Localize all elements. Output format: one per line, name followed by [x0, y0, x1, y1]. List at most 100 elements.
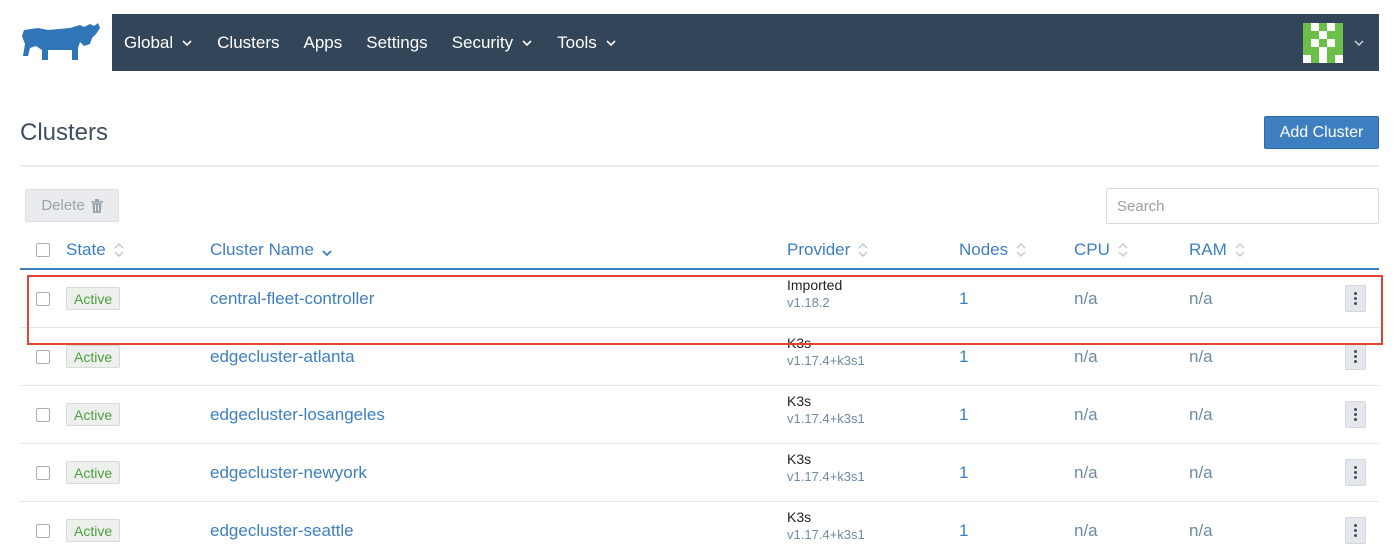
nodes-link[interactable]: 1: [959, 347, 968, 367]
table-row: Active edgecluster-newyork K3s v1.17.4+k3s1…: [20, 444, 1379, 502]
select-all-checkbox[interactable]: [36, 243, 50, 257]
dot: [1354, 292, 1357, 295]
cluster-name-link[interactable]: central-fleet-controller: [210, 289, 374, 309]
delete-label: Delete: [41, 197, 85, 214]
provider-name: K3s: [787, 393, 812, 409]
nodes-link[interactable]: 1: [959, 405, 968, 425]
dot: [1354, 355, 1357, 358]
cluster-name-link[interactable]: edgecluster-losangeles: [210, 405, 385, 425]
cpu-value: n/a: [1074, 347, 1098, 366]
column-header-state[interactable]: State: [66, 240, 124, 260]
cpu-value: n/a: [1074, 289, 1098, 308]
column-header-provider[interactable]: Provider: [787, 240, 868, 260]
status-badge: Active: [66, 345, 121, 368]
status-badge: Active: [66, 519, 121, 542]
column-header-ram[interactable]: RAM: [1189, 240, 1245, 260]
sort-down-icon: [322, 250, 332, 257]
ram-value: n/a: [1189, 405, 1213, 424]
row-checkbox[interactable]: [36, 292, 50, 306]
nav-item-label: Security: [451, 32, 514, 52]
column-header-cpu[interactable]: CPU: [1074, 240, 1128, 260]
dot: [1354, 302, 1357, 305]
chevron-down-icon: [606, 39, 616, 46]
column-header-label: CPU: [1074, 240, 1110, 259]
chevron-down-icon: [1354, 39, 1364, 46]
nav-item-label: Global: [124, 32, 174, 52]
provider-name: Imported: [787, 277, 843, 293]
dot: [1354, 418, 1357, 421]
nav-item-apps[interactable]: Apps: [292, 14, 355, 71]
add-cluster-button[interactable]: Add Cluster: [1264, 116, 1379, 149]
divider: [20, 165, 1379, 167]
user-avatar-icon[interactable]: [1303, 22, 1343, 63]
row-actions-button[interactable]: [1345, 285, 1366, 312]
column-header-label: Provider: [787, 240, 851, 259]
provider-version: v1.18.2: [787, 295, 830, 310]
cpu-value: n/a: [1074, 521, 1098, 540]
column-header-label: RAM: [1189, 240, 1227, 259]
nav-item-label: Tools: [557, 32, 597, 52]
rancher-logo-icon[interactable]: [18, 22, 100, 66]
user-menu[interactable]: [1303, 22, 1379, 63]
sort-icon: [858, 243, 868, 257]
nav-item-tools[interactable]: Tools: [545, 14, 629, 71]
ram-value: n/a: [1189, 463, 1213, 482]
cpu-value: n/a: [1074, 405, 1098, 424]
dot: [1354, 534, 1357, 537]
row-checkbox[interactable]: [36, 524, 50, 538]
status-badge: Active: [66, 403, 121, 426]
row-checkbox[interactable]: [36, 408, 50, 422]
chevron-down-icon: [522, 39, 532, 46]
cluster-name-link[interactable]: edgecluster-seattle: [210, 521, 354, 541]
dot: [1354, 471, 1357, 474]
row-checkbox[interactable]: [36, 466, 50, 480]
provider-name: K3s: [787, 335, 812, 351]
row-checkbox[interactable]: [36, 350, 50, 364]
delete-button[interactable]: Delete: [25, 189, 119, 222]
column-header-label: Cluster Name: [210, 240, 314, 259]
dot: [1354, 476, 1357, 479]
table-row: Active edgecluster-losangeles K3s v1.17.4+k…: [20, 386, 1379, 444]
provider-version: v1.17.4+k3s1: [787, 353, 865, 368]
row-actions-button[interactable]: [1345, 343, 1366, 370]
chevron-down-icon: [182, 39, 192, 46]
sort-icon: [114, 243, 124, 257]
column-header-label: State: [66, 240, 106, 259]
column-header-nodes[interactable]: Nodes: [959, 240, 1026, 260]
nodes-link[interactable]: 1: [959, 521, 968, 541]
trash-icon: [90, 198, 103, 213]
nodes-link[interactable]: 1: [959, 289, 968, 309]
cluster-name-link[interactable]: edgecluster-atlanta: [210, 347, 355, 367]
nav-item-clusters[interactable]: Clusters: [205, 14, 291, 71]
provider-name: K3s: [787, 451, 812, 467]
column-header-cluster-name[interactable]: Cluster Name: [210, 240, 332, 260]
cluster-name-link[interactable]: edgecluster-newyork: [210, 463, 367, 483]
dot: [1354, 466, 1357, 469]
sort-icon: [1118, 243, 1128, 257]
ram-value: n/a: [1189, 347, 1213, 366]
sort-icon: [1016, 243, 1026, 257]
nav-item-global[interactable]: Global: [112, 14, 205, 71]
row-actions-button[interactable]: [1345, 459, 1366, 486]
top-nav-bar: Global Clusters Apps Settings Security Tools: [112, 14, 1379, 71]
table-row: Active edgecluster-seattle K3s v1.17.4+k3s1…: [20, 502, 1379, 558]
nodes-link[interactable]: 1: [959, 463, 968, 483]
table-row: Active central-fleet-controller Imported v1…: [20, 270, 1379, 328]
nav-item-label: Apps: [303, 32, 343, 52]
sort-icon: [1235, 243, 1245, 257]
nav-item-settings[interactable]: Settings: [354, 14, 439, 71]
status-badge: Active: [66, 287, 121, 310]
nav-item-security[interactable]: Security: [440, 14, 545, 71]
provider-version: v1.17.4+k3s1: [787, 411, 865, 426]
nav-item-label: Clusters: [217, 32, 280, 52]
search-input[interactable]: [1106, 188, 1379, 224]
status-badge: Active: [66, 461, 121, 484]
provider-version: v1.17.4+k3s1: [787, 527, 865, 542]
provider-name: K3s: [787, 509, 812, 525]
column-header-label: Nodes: [959, 240, 1009, 259]
row-actions-button[interactable]: [1345, 401, 1366, 428]
dot: [1354, 297, 1357, 300]
provider-version: v1.17.4+k3s1: [787, 469, 865, 484]
dot: [1354, 413, 1357, 416]
row-actions-button[interactable]: [1345, 517, 1366, 544]
